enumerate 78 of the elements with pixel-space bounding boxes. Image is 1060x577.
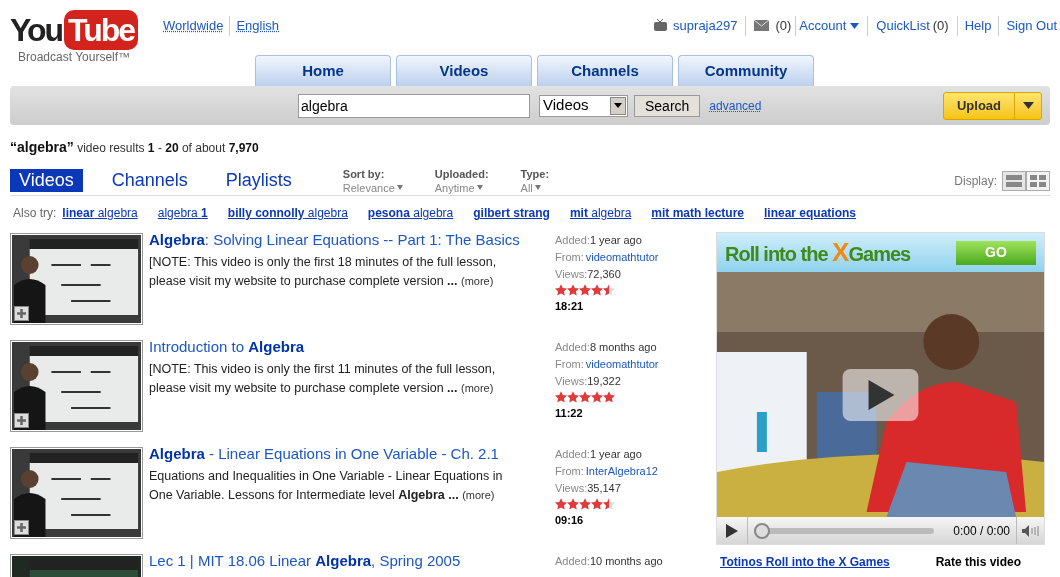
views-value: 19,322 [587, 374, 621, 389]
video-duration: 09:16 [555, 513, 585, 528]
channel-link[interactable]: videomathtutor [585, 356, 659, 373]
banner-title: Roll into the XGames [725, 236, 911, 269]
results-summary: “algebra” video results 1 - 20 of about 7,970 [10, 138, 260, 157]
nav-tab[interactable]: Home [255, 55, 391, 86]
also-try-label: Also try: [13, 205, 57, 222]
suggestion-link[interactable]: algebra 1 [157, 204, 208, 222]
suggestion-link[interactable]: gilbert strang [473, 204, 550, 222]
locale-link[interactable]: Worldwide [163, 16, 230, 36]
suggestion-link[interactable]: linear equations [764, 204, 857, 222]
locale-link[interactable]: English [229, 16, 286, 36]
filter-label: Sort by: [342, 166, 386, 181]
suggestion-link[interactable]: billy connolly algebra [227, 204, 348, 222]
logo-tube: Tube [64, 10, 139, 50]
video-title-link[interactable]: Lec 1 | MIT 18.06 Linear Algebra, Spring 2005 [149, 551, 551, 571]
suggestion-link[interactable]: mit algebra [569, 204, 632, 222]
quicklist-count: (0) [929, 16, 958, 36]
display-label: Display: [954, 172, 997, 190]
added-label: Added: [555, 554, 590, 569]
added-value: 10 months ago [589, 554, 663, 569]
added-value: 1 year ago [589, 233, 642, 248]
added-label: Added: [555, 447, 590, 462]
suggestion-link[interactable]: linear algebra [62, 204, 138, 222]
views-value: 35,147 [587, 481, 621, 496]
views-label: Views: [555, 481, 588, 496]
ad-video-link[interactable]: Totinos Roll into the X Games [720, 553, 890, 571]
video-description: [NOTE: This video is only the first 11 minutes of the full lesson, please visit my website to purchase complete version ... (more) [149, 361, 497, 397]
logo-slogan: Broadcast Yourself™ [18, 50, 132, 64]
filter-dropdown[interactable]: All [520, 180, 550, 195]
added-value: 8 months ago [589, 340, 657, 355]
time-display: 0:00 / 0:00 [953, 522, 1010, 540]
video-duration: 18:21 [555, 299, 585, 314]
views-value: 72,360 [587, 267, 621, 282]
result-tab[interactable]: Videos [10, 169, 83, 192]
inbox-count: (0) [775, 16, 797, 36]
added-label: Added: [555, 233, 590, 248]
upload-button[interactable]: Upload [942, 91, 1042, 120]
from-label: From: [555, 464, 584, 479]
filter-label: Type: [520, 166, 550, 181]
filter-dropdown[interactable]: Relevance [342, 180, 403, 195]
search-button[interactable]: Search [634, 94, 701, 117]
result-tab[interactable]: Channels [102, 169, 197, 192]
filter-label: Uploaded: [434, 166, 489, 181]
video-title-link[interactable]: Introduction to Algebra [149, 337, 551, 357]
account-menu[interactable]: Account [796, 16, 869, 36]
added-label: Added: [555, 340, 590, 355]
views-label: Views: [555, 374, 588, 389]
nav-tab[interactable]: Channels [537, 55, 673, 86]
added-value: 1 year ago [589, 447, 642, 462]
video-description: Equations and Inequalities in One Variable - Linear Equations in One Variable. Lessons for Intermediate level Algebra ... (more) [149, 468, 504, 504]
nav-tab[interactable]: Videos [396, 55, 532, 86]
more-link[interactable]: (more) [460, 382, 494, 394]
result-tab[interactable]: Playlists [216, 169, 301, 192]
video-title-link[interactable]: Algebra - Linear Equations in One Variable - Ch. 2.1 [149, 444, 551, 464]
sign-out-link[interactable]: Sign Out [999, 16, 1057, 36]
logo-you: You [10, 11, 63, 50]
quicklist-link[interactable]: QuickList [868, 16, 930, 36]
video-title-link[interactable]: Algebra: Solving Linear Equations -- Part 1: The Basics [149, 230, 551, 250]
from-label: From: [555, 357, 584, 372]
help-link[interactable]: Help [957, 16, 1000, 36]
channel-link[interactable]: InterAlgebra12 [585, 463, 658, 480]
filter-dropdown[interactable]: Anytime [434, 180, 489, 195]
channel-link[interactable]: videomathtutor [585, 249, 659, 266]
more-link[interactable]: (more) [460, 275, 494, 287]
video-duration: 11:22 [555, 406, 584, 421]
nav-tab[interactable]: Community [678, 55, 814, 86]
video-description: [NOTE: This video is only the first 18 minutes of the full lesson, please visit my website to purchase complete version ... (more) [149, 254, 498, 290]
views-label: Views: [555, 267, 588, 282]
search-field[interactable]: algebra [298, 93, 530, 118]
from-label: From: [555, 250, 584, 265]
rate-label: Rate this video [935, 554, 1021, 571]
advanced-search-link[interactable]: advanced [709, 96, 762, 115]
suggestion-link[interactable]: mit math lecture [651, 204, 744, 222]
category-select[interactable]: Videos [539, 94, 628, 117]
username-link[interactable]: supraja297 [673, 16, 747, 36]
more-link[interactable]: (more) [462, 489, 495, 501]
suggestion-link[interactable]: pesona algebra [367, 204, 454, 222]
